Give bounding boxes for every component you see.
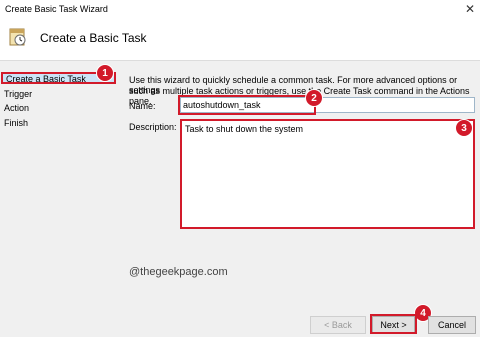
wizard-banner: Create a Basic Task [0,20,480,61]
close-icon[interactable]: ✕ [463,2,477,16]
description-field-value: Task to shut down the system [185,124,304,134]
sidebar-item-action[interactable]: Action [4,103,29,113]
window-title: Create Basic Task Wizard [5,4,108,14]
description-label: Description: [129,122,177,132]
title-bar: Create Basic Task Wizard ✕ [0,0,480,20]
next-highlight-box [370,314,417,334]
name-highlight-box [178,95,316,115]
description-field[interactable]: Task to shut down the system [180,119,475,229]
back-button[interactable]: < Back [310,316,366,334]
step-badge-1: 1 [96,64,114,82]
step-badge-2: 2 [305,89,323,107]
sidebar-item-label: Create a Basic Task [6,74,86,84]
watermark: @thegeekpage.com [129,266,228,278]
sidebar-item-trigger[interactable]: Trigger [4,89,32,99]
sidebar-item-finish[interactable]: Finish [4,118,28,128]
task-scheduler-icon [8,26,28,48]
wizard-heading: Create a Basic Task [40,31,147,45]
step-badge-3: 3 [455,119,473,137]
cancel-button[interactable]: Cancel [428,316,476,334]
name-label: Name: [129,101,156,111]
